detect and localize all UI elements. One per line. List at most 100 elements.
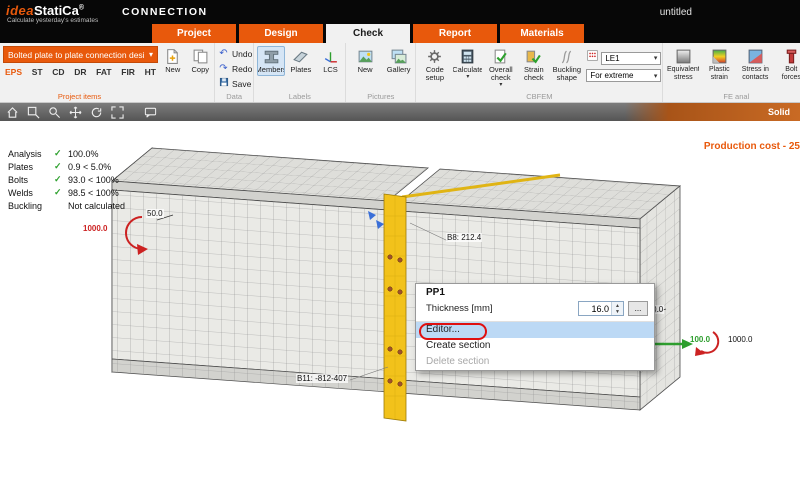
- buckling-curve-icon: [558, 48, 575, 65]
- check-icon: ✓: [54, 148, 68, 159]
- app-name: CONNECTION: [122, 6, 208, 18]
- ribbon-group-cbfem: Code setup Calculate ▾ Overall check ▾ S…: [416, 43, 663, 102]
- calculator-icon: [459, 48, 476, 65]
- mode-eps[interactable]: EPS: [5, 67, 22, 77]
- force-label-green: 100.0: [689, 335, 711, 344]
- undo-button[interactable]: ↶ Undo: [218, 47, 252, 60]
- project-item-dropdown[interactable]: Bolted plate to plate connection desi ▾: [3, 46, 158, 63]
- status-row-analysis: Analysis ✓ 100.0%: [8, 147, 125, 160]
- group-label-pictures: Pictures: [346, 92, 415, 101]
- check-status-panel: Analysis ✓ 100.0% Plates ✓ 0.9 < 5.0% Bo…: [8, 147, 125, 212]
- equivalent-stress-button[interactable]: Equivalent stress: [666, 46, 700, 84]
- tab-materials[interactable]: Materials: [500, 24, 584, 43]
- save-icon: [218, 77, 229, 90]
- zoom-icon[interactable]: [47, 105, 61, 119]
- project-item-dropdown-value: Bolted plate to plate connection desi: [8, 50, 149, 60]
- bolt-result-label-b11: B11: -812-407: [296, 374, 348, 383]
- rotate-view-icon[interactable]: [89, 105, 103, 119]
- overall-check-button[interactable]: Overall check ▾: [485, 46, 516, 90]
- redo-button[interactable]: ↷ Redo: [218, 62, 252, 75]
- render-mode-segment[interactable]: Solid: [625, 103, 800, 121]
- logo-idea: idea: [6, 3, 34, 18]
- logo-statica: StatiCa: [34, 3, 79, 18]
- code-setup-button[interactable]: Code setup: [419, 46, 450, 84]
- plates-labels-toggle[interactable]: Plates: [287, 46, 315, 76]
- context-menu: PP1 Thickness [mm] ▲ ▼ ... Editor... Cre…: [415, 283, 655, 371]
- tab-design[interactable]: Design: [239, 24, 323, 43]
- strain-check-icon: [525, 48, 542, 65]
- mode-fir[interactable]: FIR: [121, 67, 135, 77]
- ribbon-group-labels: Members Plates LCS Labels: [254, 43, 346, 102]
- bolt-forces-button[interactable]: Bolt forces: [774, 46, 800, 84]
- pan-icon[interactable]: [68, 105, 82, 119]
- copy-project-item-button[interactable]: Copy: [188, 46, 214, 76]
- chevron-down-icon: ▾: [499, 82, 502, 88]
- ribbon: Bolted plate to plate connection desi ▾ …: [0, 43, 800, 103]
- group-label-fe-analysis: FE anal: [663, 92, 800, 101]
- new-project-item-button[interactable]: New: [160, 46, 186, 76]
- lcs-labels-toggle[interactable]: LCS: [317, 46, 345, 76]
- context-menu-title: PP1: [416, 284, 654, 300]
- gallery-button[interactable]: Gallery: [383, 46, 415, 76]
- zoom-window-icon[interactable]: [26, 105, 40, 119]
- mode-ht[interactable]: HT: [145, 67, 156, 77]
- thickness-spinner[interactable]: ▲ ▼: [611, 302, 623, 315]
- render-mode-label: Solid: [768, 107, 790, 117]
- tab-report[interactable]: Report: [413, 24, 497, 43]
- extreme-filter-dropdown[interactable]: For extreme ▾: [586, 69, 661, 82]
- menu-item-editor[interactable]: Editor...: [416, 321, 654, 338]
- group-label-cbfem: CBFEM: [416, 92, 662, 101]
- label-balloon-icon[interactable]: [143, 105, 157, 119]
- status-row-plates: Plates ✓ 0.9 < 5.0%: [8, 160, 125, 173]
- mode-fat[interactable]: FAT: [96, 67, 111, 77]
- app-logo: ideaStatiCa®: [6, 3, 84, 18]
- thickness-field[interactable]: ▲ ▼: [578, 301, 624, 316]
- mode-dr[interactable]: DR: [74, 67, 86, 77]
- document-title: untitled: [660, 7, 692, 18]
- equivalent-stress-icon: [675, 48, 692, 65]
- thickness-input[interactable]: [579, 302, 611, 315]
- new-picture-button[interactable]: New: [349, 46, 381, 76]
- mode-st[interactable]: ST: [32, 67, 43, 77]
- ribbon-group-pictures: New Gallery Pictures: [346, 43, 416, 102]
- group-label-project-items: Project items: [2, 92, 157, 101]
- model-canvas[interactable]: Analysis ✓ 100.0% Plates ✓ 0.9 < 5.0% Bo…: [0, 121, 800, 500]
- tab-check[interactable]: Check: [326, 24, 410, 43]
- plastic-strain-button[interactable]: Plastic strain: [702, 46, 736, 84]
- more-options-button[interactable]: ...: [628, 301, 648, 316]
- thickness-row: Thickness [mm] ▲ ▼ ...: [416, 300, 654, 321]
- strain-check-button[interactable]: Strain check: [518, 46, 549, 84]
- force-label-right: 1000.0: [727, 335, 753, 344]
- axes-icon: [322, 48, 339, 65]
- group-label-data: Data: [215, 92, 253, 101]
- save-button[interactable]: Save: [218, 77, 252, 90]
- main-tab-bar: Project Design Check Report Materials: [0, 24, 800, 43]
- production-cost-label: Production cost - 25: [704, 141, 800, 152]
- plate-icon: [292, 48, 309, 65]
- bolt-result-label-b8: B8: 212.4: [446, 233, 482, 242]
- buckling-shape-button[interactable]: Buckling shape: [551, 46, 582, 84]
- beam-left[interactable]: [112, 148, 428, 392]
- zoom-extents-icon[interactable]: [110, 105, 124, 119]
- ribbon-group-data: ↶ Undo ↷ Redo Save Data: [215, 43, 254, 102]
- stress-in-contacts-button[interactable]: Stress in contacts: [738, 46, 772, 84]
- home-view-icon[interactable]: [5, 105, 19, 119]
- check-document-icon: [492, 48, 509, 65]
- chevron-down-icon: ▾: [466, 74, 469, 80]
- check-icon: ✓: [54, 187, 68, 198]
- load-effect-dropdown[interactable]: LE1 ▾: [601, 52, 661, 65]
- calculate-button[interactable]: Calculate ▾: [452, 46, 483, 82]
- extreme-grid-icon: [586, 49, 599, 67]
- menu-item-delete-section: Delete section: [416, 354, 654, 370]
- status-row-bolts: Bolts ✓ 93.0 < 100%: [8, 173, 125, 186]
- members-labels-toggle[interactable]: Members: [257, 46, 285, 76]
- thickness-label: Thickness [mm]: [426, 303, 574, 314]
- gear-icon: [426, 48, 443, 65]
- mode-cd[interactable]: CD: [52, 67, 64, 77]
- bolt-icon: [783, 48, 800, 65]
- member-beam-icon: [263, 48, 280, 65]
- menu-item-create-section[interactable]: Create section: [416, 338, 654, 354]
- title-bar: ideaStatiCa® CONNECTION Calculate yester…: [0, 0, 800, 24]
- tab-project[interactable]: Project: [152, 24, 236, 43]
- spinner-down-icon[interactable]: ▼: [612, 309, 623, 315]
